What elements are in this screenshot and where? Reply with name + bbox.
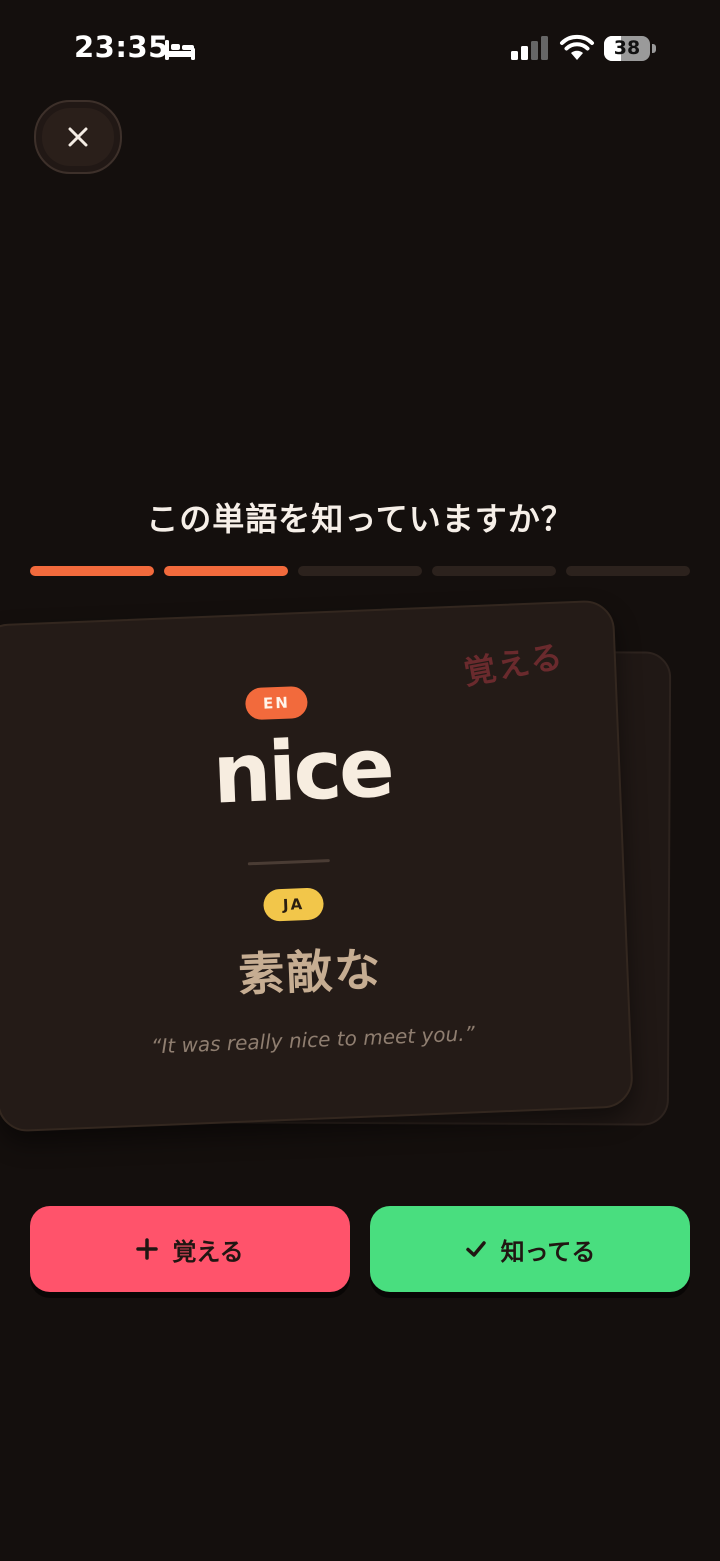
know-button[interactable]: 知ってる xyxy=(370,1206,690,1292)
target-language-badge: JA xyxy=(262,887,325,922)
progress-segment xyxy=(432,566,556,576)
divider xyxy=(247,859,330,866)
learn-stamp: 覚える xyxy=(460,636,567,693)
wifi-icon xyxy=(560,34,594,60)
check-icon xyxy=(465,1241,486,1257)
cellular-signal-icon xyxy=(511,36,548,60)
flashcard[interactable]: 覚える EN nice JA 素敵な “It was really nice t… xyxy=(0,599,634,1133)
battery-level: 38 xyxy=(613,37,641,59)
learn-button-label: 覚える xyxy=(172,1237,244,1266)
learn-button[interactable]: 覚える xyxy=(30,1206,350,1292)
bed-icon xyxy=(165,40,195,60)
battery-icon: 38 xyxy=(604,36,650,61)
word: nice xyxy=(211,720,394,823)
translation: 素敵な xyxy=(237,942,384,1002)
progress-bar xyxy=(30,566,690,576)
question-title: この単語を知っていますか？ xyxy=(146,500,574,538)
source-language-badge: EN xyxy=(244,685,309,721)
progress-segment xyxy=(298,566,422,576)
status-time: 23:35 xyxy=(74,30,169,64)
example-sentence: “It was really nice to meet you.” xyxy=(150,1021,476,1059)
progress-segment xyxy=(164,566,288,576)
close-icon xyxy=(68,127,88,147)
progress-segment xyxy=(30,566,154,576)
battery-nub xyxy=(652,44,656,53)
progress-segment xyxy=(566,566,690,576)
close-button[interactable] xyxy=(34,100,122,174)
know-button-label: 知ってる xyxy=(500,1237,596,1266)
plus-icon xyxy=(136,1238,159,1260)
